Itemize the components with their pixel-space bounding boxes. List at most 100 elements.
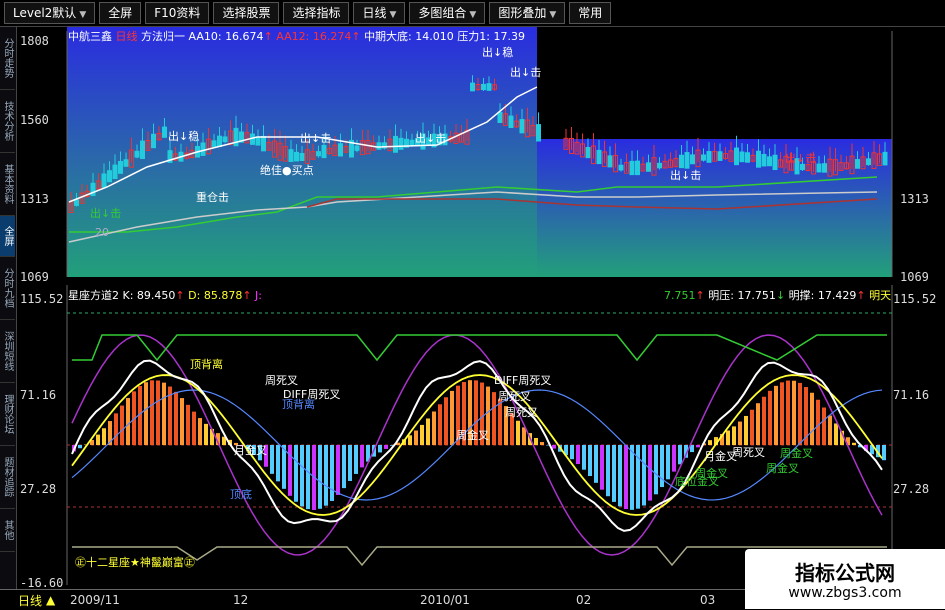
upper-ytick-right-2: 1313 xyxy=(900,192,929,206)
candle xyxy=(262,136,266,150)
j-label: J: xyxy=(255,289,262,302)
tab-fullscreen[interactable]: 全屏 xyxy=(0,216,15,257)
layout-select[interactable]: Level2默认▼ xyxy=(4,2,95,24)
histogram-bar xyxy=(600,445,604,490)
histogram-bar xyxy=(432,412,436,445)
chevron-down-icon: ▼ xyxy=(469,10,476,20)
upper-annotation: 出↓击 xyxy=(300,130,331,146)
histogram-bar xyxy=(294,445,298,502)
histogram-bar xyxy=(672,445,676,472)
histogram-bar xyxy=(276,445,280,481)
histogram-bar xyxy=(642,445,646,506)
overlay-button[interactable]: 图形叠加▼ xyxy=(489,2,565,24)
candle xyxy=(339,144,343,156)
upper-annotation: 出↓稳 xyxy=(482,44,513,60)
period-status[interactable]: 日线 xyxy=(18,592,42,609)
histogram-bar xyxy=(666,445,670,479)
lower-ytick-left-3: -16.60 xyxy=(20,576,63,590)
arrow-up-icon: ↑ xyxy=(856,289,865,302)
candle xyxy=(108,171,112,182)
multi-chart-button[interactable]: 多图组合▼ xyxy=(409,2,485,24)
press-label: 压力1: xyxy=(457,30,490,43)
tab-level9[interactable]: 分时九档 xyxy=(0,257,15,320)
upper-annotation: 重仓击 xyxy=(196,189,229,205)
candle xyxy=(883,152,887,165)
candle xyxy=(102,174,106,187)
candle xyxy=(355,146,359,150)
histogram-bar xyxy=(612,445,616,502)
histogram-bar xyxy=(96,435,100,445)
histogram-bar xyxy=(444,397,448,445)
date-tick: 02 xyxy=(576,593,591,607)
tab-technical[interactable]: 技术分析 xyxy=(0,90,15,153)
candle xyxy=(135,151,139,157)
histogram-bar xyxy=(822,408,826,445)
histogram-bar xyxy=(606,445,610,496)
upper-legend: 中航三鑫 日线 方法归一 AA10: 16.674↑ AA12: 16.274↑… xyxy=(68,28,525,44)
fullscreen-button[interactable]: 全屏 xyxy=(99,2,141,24)
aa10-label: AA10: xyxy=(189,30,222,43)
lower-annotation: 周金叉 xyxy=(780,445,813,461)
upper-annotation: 出↓稳 xyxy=(168,128,199,144)
candle xyxy=(377,143,381,149)
candle xyxy=(867,159,871,165)
histogram-bar xyxy=(120,406,124,445)
tab-topics[interactable]: 题材追踪 xyxy=(0,446,15,509)
histogram-bar xyxy=(552,445,556,449)
lower-ytick-right-1: 71.16 xyxy=(893,388,929,402)
lower-annotation: 月金叉 xyxy=(234,442,267,458)
period-label: 日线 xyxy=(116,30,138,43)
histogram-bar xyxy=(516,421,520,445)
lower-annotation: 周死叉 xyxy=(732,444,765,460)
tab-fundamental[interactable]: 基本资料 xyxy=(0,153,15,216)
arrow-up-icon: ↑ xyxy=(264,30,273,43)
histogram-bar xyxy=(324,445,328,506)
tail-value: 7.751 xyxy=(664,289,696,302)
candle xyxy=(680,155,684,167)
tab-other[interactable]: 其他 xyxy=(0,509,15,552)
histogram-bar xyxy=(696,445,700,447)
candle xyxy=(707,152,711,163)
candle xyxy=(141,141,145,158)
histogram-bar xyxy=(126,398,130,445)
candle xyxy=(471,83,475,91)
histogram-bar xyxy=(630,445,634,510)
period-select[interactable]: 日线▼ xyxy=(353,2,405,24)
histogram-bar xyxy=(798,383,802,445)
press-value: 17.39 xyxy=(494,30,526,43)
histogram-bar xyxy=(786,381,790,445)
watermark-title: 指标公式网 xyxy=(745,557,945,586)
histogram-bar xyxy=(300,445,304,506)
histogram-bar xyxy=(330,445,334,501)
arrow-up-icon: ↑ xyxy=(175,289,184,302)
candle xyxy=(201,143,205,155)
candle xyxy=(256,137,260,145)
indicator-name: 方法归一 xyxy=(141,30,185,43)
candle xyxy=(482,84,486,89)
footer-label: ㊣十二星座★神鬣巅富㊣ xyxy=(75,554,195,570)
candle xyxy=(317,152,321,156)
triangle-up-icon[interactable]: ▲ xyxy=(46,593,55,607)
histogram-bar xyxy=(570,445,574,459)
candle xyxy=(322,145,326,157)
histogram-bar xyxy=(816,400,820,445)
tab-forum[interactable]: 理财论坛 xyxy=(0,383,15,446)
histogram-bar xyxy=(156,381,160,445)
tab-intraday[interactable]: 分时走势 xyxy=(0,27,15,90)
select-indicator-button[interactable]: 选择指标 xyxy=(283,2,349,24)
histogram-bar xyxy=(318,445,322,509)
stock-name: 中航三鑫 xyxy=(68,30,112,43)
tab-shortline[interactable]: 深圳短线 xyxy=(0,320,15,383)
select-stock-button[interactable]: 选择股票 xyxy=(213,2,279,24)
upper-ytick-right-3: 1069 xyxy=(900,270,929,284)
lower-ytick-left-0: 115.52 xyxy=(20,292,63,306)
f10-button[interactable]: F10资料 xyxy=(145,2,209,24)
histogram-bar xyxy=(576,445,580,464)
candle xyxy=(691,155,695,164)
candle xyxy=(735,148,739,165)
histogram-bar xyxy=(420,425,424,445)
common-menu-button[interactable]: 常用 xyxy=(569,2,611,24)
histogram-bar xyxy=(348,445,352,481)
histogram-bar xyxy=(624,445,628,509)
upper-annotation: 出↓击 xyxy=(415,130,446,146)
